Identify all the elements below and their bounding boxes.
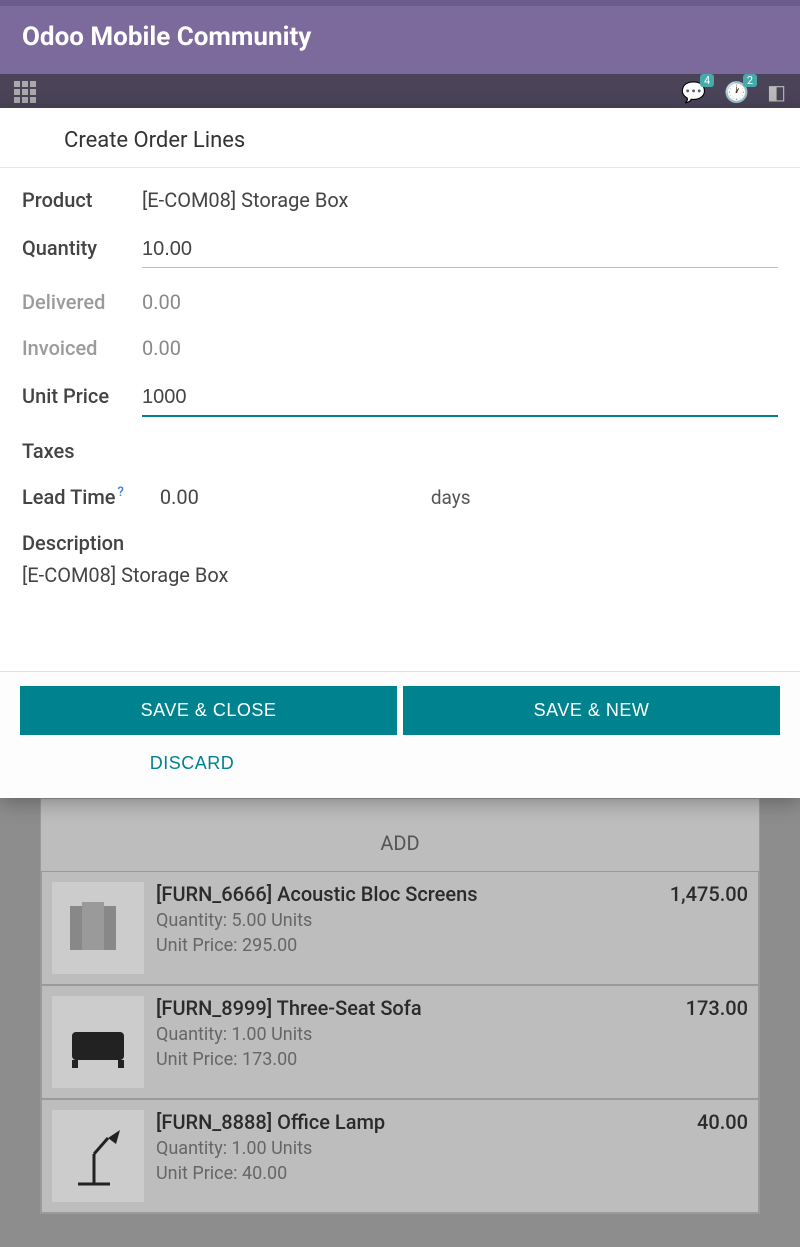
- sub-header: 💬4 🕐2 ◧: [0, 74, 800, 110]
- product-image-icon: [52, 882, 144, 974]
- user-icon[interactable]: ◧: [767, 80, 786, 104]
- lead-time-value[interactable]: 0.00: [160, 485, 199, 509]
- description-label: Description: [22, 531, 778, 555]
- add-section-label: ADD: [41, 799, 759, 871]
- discard-button[interactable]: DISCARD: [20, 739, 364, 788]
- app-header: Odoo Mobile Community: [0, 6, 800, 74]
- dialog-footer: SAVE & CLOSE SAVE & NEW DISCARD: [0, 671, 800, 798]
- list-item[interactable]: [FURN_8888] Office Lamp Quantity: 1.00 U…: [41, 1099, 759, 1213]
- lead-time-label: Lead Time?: [22, 485, 124, 509]
- delivered-label: Delivered: [22, 290, 130, 314]
- product-image-icon: [52, 996, 144, 1088]
- activity-count: 2: [743, 74, 757, 87]
- product-qty: Quantity: 1.00 Units: [156, 1024, 674, 1045]
- product-unit-price: Unit Price: 295.00: [156, 935, 658, 956]
- lead-time-unit: days: [431, 486, 471, 509]
- product-value[interactable]: [E-COM08] Storage Box: [142, 188, 348, 212]
- product-name: [FURN_8888] Office Lamp: [156, 1110, 685, 1134]
- activity-icon[interactable]: 🕐2: [724, 80, 749, 104]
- product-qty: Quantity: 5.00 Units: [156, 910, 658, 931]
- product-total: 40.00: [697, 1110, 748, 1202]
- app-title: Odoo Mobile Community: [22, 22, 778, 52]
- product-label: Product: [22, 188, 130, 212]
- invoiced-value: 0.00: [142, 336, 181, 360]
- dialog-title: Create Order Lines: [0, 108, 800, 168]
- unit-price-input[interactable]: [142, 382, 778, 417]
- product-unit-price: Unit Price: 40.00: [156, 1163, 685, 1184]
- unit-price-label: Unit Price: [22, 384, 130, 408]
- messaging-count: 4: [700, 74, 714, 87]
- create-order-lines-dialog: Create Order Lines Product [E-COM08] Sto…: [0, 108, 800, 798]
- save-close-button[interactable]: SAVE & CLOSE: [20, 686, 397, 735]
- product-unit-price: Unit Price: 173.00: [156, 1049, 674, 1070]
- messaging-icon[interactable]: 💬4: [681, 80, 706, 104]
- delivered-value: 0.00: [142, 290, 181, 314]
- product-name: [FURN_6666] Acoustic Bloc Screens: [156, 882, 658, 906]
- list-item[interactable]: [FURN_6666] Acoustic Bloc Screens Quanti…: [41, 871, 759, 985]
- product-name: [FURN_8999] Three-Seat Sofa: [156, 996, 674, 1020]
- product-total: 1,475.00: [670, 882, 748, 974]
- modal-overlay: Create Order Lines Product [E-COM08] Sto…: [0, 108, 800, 798]
- dialog-body: Product [E-COM08] Storage Box Quantity D…: [0, 168, 800, 671]
- product-image-icon: [52, 1110, 144, 1202]
- invoiced-label: Invoiced: [22, 336, 130, 360]
- product-total: 173.00: [686, 996, 748, 1088]
- taxes-label: Taxes: [22, 439, 130, 463]
- product-qty: Quantity: 1.00 Units: [156, 1138, 685, 1159]
- save-new-button[interactable]: SAVE & NEW: [403, 686, 780, 735]
- description-value[interactable]: [E-COM08] Storage Box: [22, 563, 778, 587]
- quantity-input[interactable]: [142, 234, 778, 268]
- apps-grid-icon[interactable]: [14, 81, 36, 103]
- list-item[interactable]: [FURN_8999] Three-Seat Sofa Quantity: 1.…: [41, 985, 759, 1099]
- quantity-label: Quantity: [22, 236, 130, 260]
- help-icon[interactable]: ?: [118, 485, 124, 500]
